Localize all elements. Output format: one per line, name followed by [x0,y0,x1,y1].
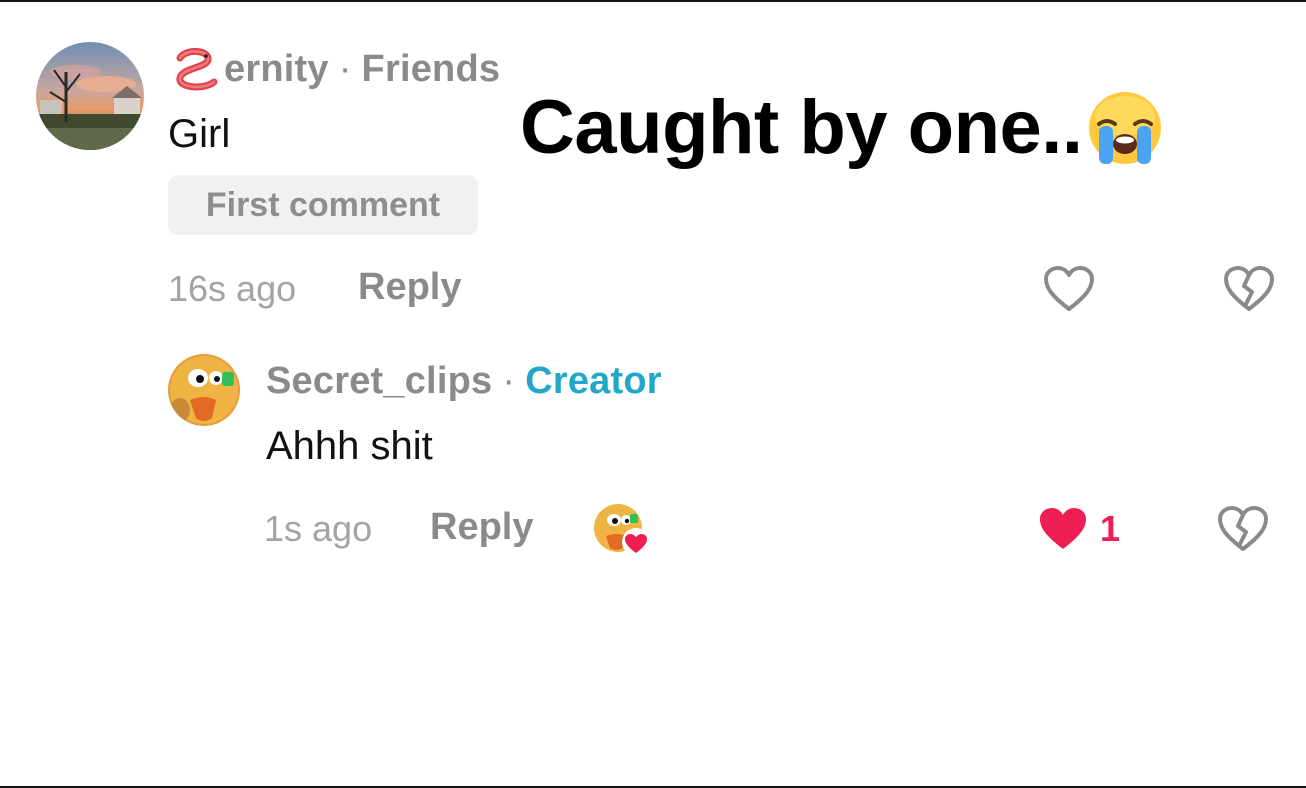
dislike-button[interactable] [1216,504,1270,554]
separator-dot: · [338,47,352,90]
timestamp: 16s ago [168,268,297,309]
timestamp: 1s ago [264,508,373,549]
relation-label: Friends [361,47,501,90]
comment-header: Secret_clips · Creator [266,358,662,404]
worm-emoji-icon [170,46,222,92]
reply-button[interactable]: Reply [358,266,461,309]
comment-text: Ahhh shit [266,424,433,468]
reply-button[interactable]: Reply [430,506,533,549]
liked-by-creator-badge [592,502,652,558]
separator-dot: · [502,359,516,402]
heart-filled-icon [1040,508,1086,549]
avatar[interactable] [36,42,144,150]
comment-thread: ernity · Friends Girl Caught by one.. Fi… [0,0,1306,788]
heart-outline-icon [1044,266,1094,311]
like-count: 1 [1100,508,1121,549]
like-button[interactable] [1036,504,1090,554]
landscape-avatar-icon [36,42,144,150]
comment-header: ernity · Friends [170,46,500,92]
username-link[interactable]: Secret_clips [266,360,492,403]
comment-text: Girl [168,112,231,156]
crying-face-emoji-icon [1085,88,1165,168]
broken-heart-icon [1218,506,1268,551]
creator-label: Creator [525,359,662,402]
avatar[interactable] [168,354,240,426]
broken-heart-icon [1224,266,1274,311]
overlay-caption: Caught by one.. [520,84,1165,171]
cartoon-face-avatar-icon [168,354,240,426]
like-button[interactable] [1042,264,1096,314]
creator-liked-icon [594,504,650,556]
username-link[interactable]: ernity [224,48,329,91]
caption-text: Caught by one.. [520,85,1083,170]
first-comment-badge: First comment [168,175,478,235]
dislike-button[interactable] [1222,264,1276,314]
